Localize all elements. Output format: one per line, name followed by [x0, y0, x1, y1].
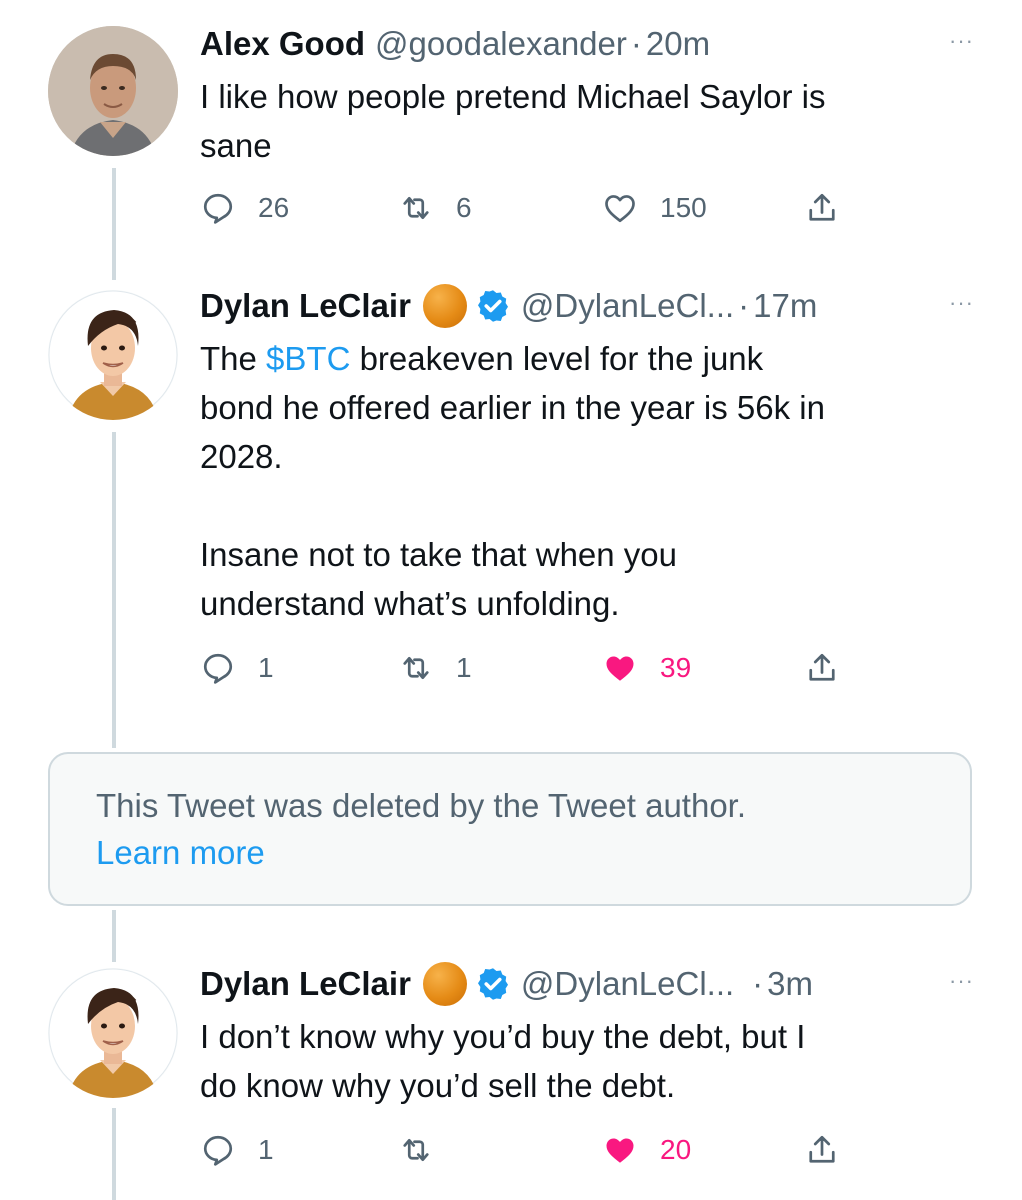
like-button[interactable]: 39: [602, 646, 691, 690]
retweet-count: 6: [456, 192, 472, 223]
like-button[interactable]: 150: [602, 186, 707, 230]
reply-icon: [203, 653, 233, 684]
more-options-icon[interactable]: ···: [949, 968, 974, 994]
retweet-button[interactable]: [398, 1128, 456, 1172]
tweet-text: The $BTC breakeven level for the junk bo…: [200, 334, 982, 628]
avatar-dylan-leclair[interactable]: [48, 968, 178, 1098]
heart-icon: [606, 1138, 634, 1163]
share-icon: [809, 1135, 835, 1163]
reply-button[interactable]: 1: [200, 1128, 274, 1172]
thread-line-2: [112, 432, 116, 748]
tweet-actions: 26 6 150: [200, 186, 860, 230]
heart-icon: [605, 195, 635, 223]
deleted-tweet-notice: This Tweet was deleted by the Tweet auth…: [48, 752, 972, 906]
verified-badge-icon: [477, 290, 508, 322]
tweet-timestamp[interactable]: 20m: [646, 25, 710, 63]
verified-badge-icon: [477, 968, 508, 1000]
reply-count: 1: [258, 652, 274, 683]
thread-line-1: [112, 168, 116, 280]
retweet-icon: [403, 1138, 429, 1162]
author-handle[interactable]: @DylanLeCl...: [521, 287, 734, 325]
share-button[interactable]: [804, 1128, 840, 1172]
heart-icon: [606, 656, 634, 681]
tweet-header: Dylan LeClair @DylanLeCl... · 3m ···: [200, 960, 982, 1008]
separator-dot: ·: [630, 25, 642, 62]
author-name[interactable]: Dylan LeClair: [200, 965, 411, 1003]
tweet-text: I like how people pretend Michael Saylor…: [200, 78, 826, 164]
orange-circle-emoji-icon: [422, 962, 467, 1006]
reply-count: 1: [258, 1134, 274, 1165]
like-count: 20: [660, 1134, 692, 1165]
deleted-tweet-text: This Tweet was deleted by the Tweet auth…: [96, 782, 746, 876]
author-handle[interactable]: @goodalexander: [375, 25, 627, 63]
avatar-alex-good[interactable]: [48, 26, 178, 156]
orange-circle-emoji-icon: [422, 284, 467, 328]
more-options-icon[interactable]: ···: [949, 28, 974, 54]
separator-dot: ·: [738, 287, 750, 324]
tweet-header: Dylan LeClair @DylanLeCl... · 17m ···: [200, 282, 982, 330]
share-button[interactable]: [804, 646, 840, 690]
tweet-timestamp[interactable]: 17m: [753, 287, 817, 325]
author-name[interactable]: Alex Good: [200, 25, 365, 63]
like-count: 150: [660, 192, 707, 223]
tweet-actions: 1 1 39: [200, 646, 860, 690]
reply-button[interactable]: 26: [200, 186, 289, 230]
retweet-icon: [403, 196, 429, 220]
cashtag-link[interactable]: $BTC: [266, 340, 350, 377]
author-handle[interactable]: @DylanLeCl...: [521, 965, 734, 1003]
retweet-button[interactable]: 1: [398, 646, 472, 690]
separator-dot: ·: [752, 965, 764, 1002]
thread-line-3: [112, 910, 116, 962]
avatar-dylan-leclair[interactable]: [48, 290, 178, 420]
tweet-text: I don’t know why you’d buy the debt, but…: [200, 1018, 806, 1104]
author-name[interactable]: Dylan LeClair: [200, 287, 411, 325]
tweet-actions: 1 20: [200, 1128, 860, 1172]
retweet-count: 1: [456, 652, 472, 683]
retweet-button[interactable]: 6: [398, 186, 472, 230]
learn-more-link[interactable]: Learn more: [96, 829, 746, 876]
reply-count: 26: [258, 192, 290, 223]
share-icon: [809, 193, 835, 221]
tweet-text-part: The: [200, 340, 267, 377]
like-count: 39: [660, 652, 692, 683]
thread-line-4: [112, 1108, 116, 1200]
deleted-message: This Tweet was deleted by the Tweet auth…: [96, 787, 747, 824]
tweet-text-part: breakeven level for the junk bond he off…: [200, 340, 825, 622]
reply-icon: [203, 193, 233, 224]
tweet-timestamp[interactable]: 3m: [767, 965, 813, 1003]
tweet-header: Alex Good @goodalexander · 20m ···: [200, 20, 982, 68]
share-button[interactable]: [804, 186, 840, 230]
retweet-icon: [403, 656, 429, 680]
share-icon: [809, 653, 835, 681]
more-options-icon[interactable]: ···: [949, 290, 974, 316]
reply-icon: [203, 1135, 233, 1166]
like-button[interactable]: 20: [602, 1128, 691, 1172]
reply-button[interactable]: 1: [200, 646, 274, 690]
